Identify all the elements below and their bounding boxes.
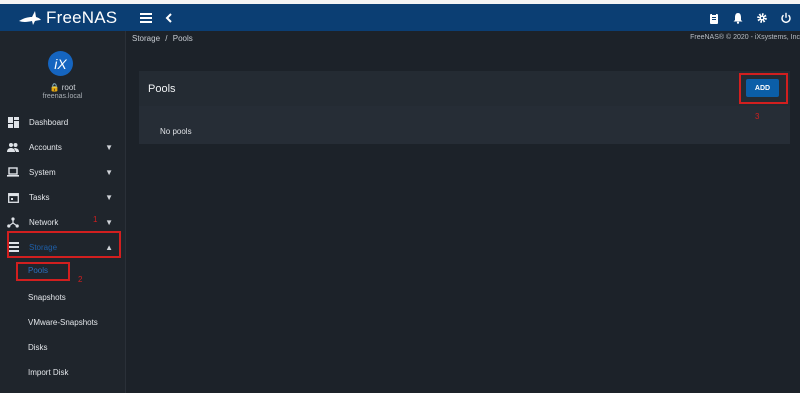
copyright: FreeNAS® © 2020 - iXsystems, Inc [690,34,800,41]
freenas-logo[interactable]: FreeNAS [0,4,125,31]
empty-state-text: No pools [160,127,192,136]
highlight-add-box [739,73,788,104]
bell-icon[interactable] [732,12,744,24]
annotation-number-3: 3 [755,112,760,121]
clipboard-icon[interactable] [708,12,720,24]
username: 🔒 root [49,83,76,92]
sidebar-item-label: Tasks [29,192,50,202]
sidebar-subitem-vmware-snapshots[interactable]: VMware-Snapshots [28,318,98,327]
breadcrumb-separator: / [165,34,168,43]
sidebar-item-label: Dashboard [29,117,69,127]
ix-logo: iX [48,51,73,76]
pools-panel-header: Pools ADD [139,71,790,106]
highlight-pools-box [16,262,70,281]
sidebar-item-label: Accounts [29,142,62,152]
breadcrumb-root[interactable]: Storage [132,34,160,43]
highlight-storage-box [7,231,121,258]
topbar: FreeNAS [0,4,800,31]
sidebar-item-system[interactable]: System ▼ [0,161,125,183]
breadcrumb: Storage / Pools [132,34,193,43]
sidebar-item-label: Network [29,217,59,227]
shark-logo-icon [19,10,41,25]
topbar-actions [708,4,792,31]
sidebar-item-label: System [29,167,56,177]
people-icon [7,141,19,153]
pools-title: Pools [148,83,176,95]
pools-panel-body [139,106,790,144]
chevron-left-icon[interactable] [163,12,173,23]
annotation-number-2: 2 [78,275,83,284]
power-icon[interactable] [780,12,792,24]
sidebar-subitem-disks[interactable]: Disks [28,343,48,352]
sidebar-subitem-snapshots[interactable]: Snapshots [28,293,66,302]
dashboard-icon [7,116,19,128]
laptop-icon [7,166,19,178]
gear-icon[interactable] [756,12,768,24]
caret-down-icon: ▼ [105,192,113,202]
sidebar-item-dashboard[interactable]: Dashboard [0,111,125,133]
profile: iX 🔒 root freenas.local [0,31,125,107]
menu-icon[interactable] [139,12,153,23]
caret-down-icon: ▼ [105,167,113,177]
sidebar-item-network[interactable]: Network ▼ [0,211,125,233]
calendar-icon [7,191,19,203]
annotation-number-1: 1 [93,215,98,224]
sidebar-item-accounts[interactable]: Accounts ▼ [0,136,125,158]
breadcrumb-current: Pools [172,34,193,43]
sidebar-subitem-import-disk[interactable]: Import Disk [28,368,68,377]
pools-panel: Pools ADD No pools [139,71,790,144]
sidebar-item-tasks[interactable]: Tasks ▼ [0,186,125,208]
lock-icon: 🔒 [49,83,60,92]
app-name: FreeNAS [46,7,118,27]
caret-down-icon: ▼ [105,217,113,227]
network-icon [7,216,19,228]
caret-down-icon: ▼ [105,142,113,152]
sidebar: iX 🔒 root freenas.local Dashboard Accoun… [0,31,126,393]
hostname: freenas.local [42,93,83,100]
